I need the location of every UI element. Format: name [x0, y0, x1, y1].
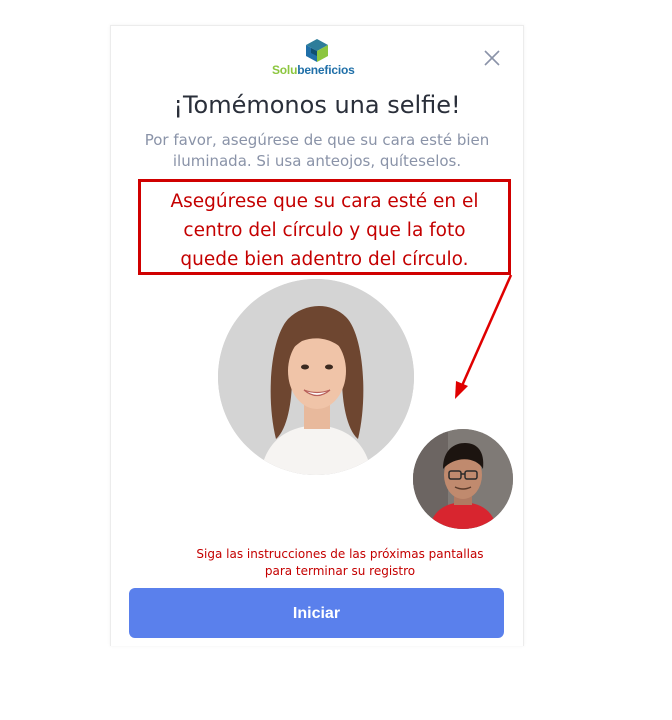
- start-button[interactable]: Iniciar: [129, 588, 504, 638]
- callout-line-1: Asegúrese que su cara esté en el: [170, 191, 479, 212]
- hint-line-2: para terminar su registro: [264, 564, 416, 578]
- subtitle-line-1: Por favor, asegúrese de que su cara esté…: [144, 131, 490, 149]
- next-steps-hint: Siga las instrucciones de las próximas p…: [160, 546, 520, 580]
- modal-title: ¡Tomémonos una selfie!: [173, 91, 461, 119]
- modal-subtitle: Por favor, asegúrese de que su cara esté…: [130, 130, 504, 172]
- solubeneficios-logo-icon: [306, 39, 328, 62]
- brand-name-part2: beneficios: [297, 63, 355, 77]
- callout-line-3: quede bien adentro del círculo.: [180, 249, 469, 270]
- selfie-woman-illustration: [218, 279, 414, 475]
- reference-man-illustration: [413, 429, 513, 529]
- subtitle-line-2: iluminada. Si usa anteojos, quíteselos.: [172, 152, 462, 170]
- reference-face-photo: [413, 429, 513, 529]
- brand-name: Solubeneficios: [272, 63, 355, 77]
- instruction-callout: Asegúrese que su cara esté en el centro …: [138, 179, 511, 275]
- callout-line-2: centro del círculo y que la foto: [183, 220, 466, 241]
- selfie-example-photo: [218, 279, 414, 475]
- close-icon: [484, 50, 500, 66]
- brand-name-part1: Solu: [272, 63, 298, 77]
- hint-line-1: Siga las instrucciones de las próximas p…: [196, 547, 484, 561]
- close-button[interactable]: [481, 47, 503, 69]
- brand-logo: Solubeneficios: [272, 38, 364, 78]
